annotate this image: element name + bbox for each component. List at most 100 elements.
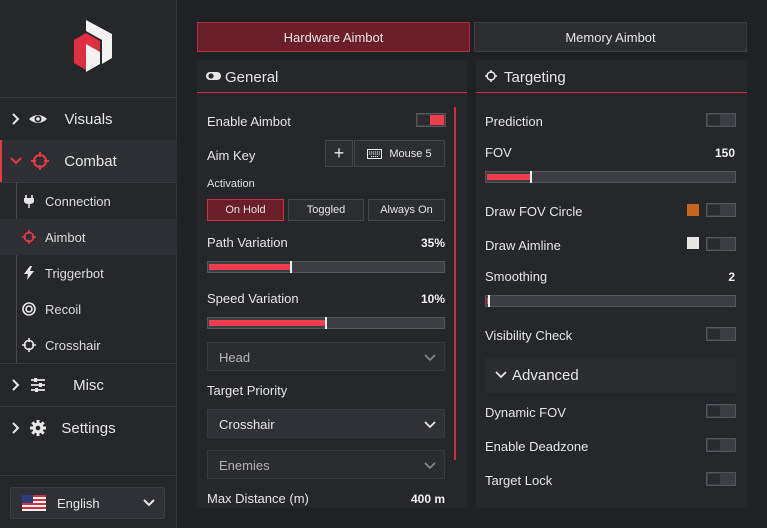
sidebar-subitem-connection[interactable]: Connection — [0, 183, 177, 219]
path-variation-value: 35% — [420, 236, 445, 250]
target-priority-select[interactable]: Crosshair — [207, 409, 445, 438]
general-panel-header: General — [197, 60, 467, 93]
add-key-button[interactable]: + — [325, 140, 353, 167]
chevron-down-icon — [424, 421, 436, 429]
target-lock-label: Target Lock — [485, 473, 553, 488]
sidebar-subitem-aimbot[interactable]: Aimbot — [0, 219, 177, 255]
enable-deadzone-label: Enable Deadzone — [485, 439, 589, 454]
plug-icon — [24, 195, 34, 208]
path-variation-slider[interactable] — [207, 261, 445, 273]
sidebar-subitem-recoil[interactable]: Recoil — [0, 291, 177, 327]
target-filter-value: Enemies — [219, 458, 270, 473]
smoothing-value: 2 — [728, 270, 735, 284]
bone-select[interactable]: Head — [207, 342, 445, 371]
path-variation-label: Path Variation — [207, 235, 288, 250]
enable-aimbot-toggle[interactable] — [416, 113, 446, 127]
visibility-check-toggle[interactable] — [706, 327, 736, 341]
chevron-down-icon — [424, 462, 436, 470]
sidebar-item-label: Combat — [64, 152, 117, 170]
fov-value: 150 — [714, 146, 735, 160]
sidebar-subitem-crosshair[interactable]: Crosshair — [0, 327, 177, 363]
aimline-color-swatch[interactable] — [687, 237, 699, 249]
dynamic-fov-toggle[interactable] — [706, 404, 736, 418]
toggle-icon — [206, 72, 221, 80]
enable-deadzone-toggle[interactable] — [706, 438, 736, 452]
prediction-toggle[interactable] — [706, 113, 736, 127]
aim-key-label: Aim Key — [207, 148, 256, 163]
prediction-label: Prediction — [485, 114, 543, 129]
chevron-down-icon — [424, 354, 436, 362]
sidebar-subitem-label: Recoil — [45, 301, 82, 317]
sidebar: Visuals Combat Connection Aimbot Trigger… — [0, 0, 177, 528]
draw-fov-circle-toggle[interactable] — [706, 203, 736, 217]
visibility-check-label: Visibility Check — [485, 328, 573, 343]
sidebar-item-label: Settings — [61, 419, 116, 437]
bolt-icon — [24, 266, 34, 280]
sidebar-item-settings[interactable]: Settings — [0, 407, 177, 449]
aim-key-value: Mouse 5 — [389, 147, 432, 160]
activation-always-on-button[interactable]: Always On — [368, 199, 445, 221]
fov-slider[interactable] — [485, 171, 736, 183]
dynamic-fov-label: Dynamic FOV — [485, 405, 566, 420]
slider-knob[interactable] — [290, 261, 292, 273]
sidebar-item-label: Visuals — [64, 110, 113, 128]
tab-hardware-aimbot[interactable]: Hardware Aimbot — [197, 22, 470, 52]
us-flag-icon — [22, 495, 46, 511]
app-logo — [74, 20, 112, 72]
targeting-panel-header: Targeting — [476, 60, 747, 93]
slider-fill — [487, 174, 531, 180]
sidebar-item-misc[interactable]: Misc — [0, 364, 177, 406]
slider-knob[interactable] — [488, 295, 490, 307]
aim-key-button[interactable]: Mouse 5 — [354, 140, 445, 167]
targeting-panel-title: Targeting — [504, 69, 566, 86]
speed-variation-slider[interactable] — [207, 317, 445, 329]
target-priority-label: Target Priority — [207, 383, 288, 398]
target-lock-toggle[interactable] — [706, 472, 736, 486]
sidebar-subitem-label: Aimbot — [45, 229, 86, 245]
chevron-down-icon — [495, 371, 507, 379]
sidebar-subitem-label: Crosshair — [45, 337, 101, 353]
advanced-section-title: Advanced — [512, 367, 579, 384]
slider-fill — [209, 320, 326, 326]
crosshair-icon — [22, 230, 36, 244]
draw-aimline-toggle[interactable] — [706, 237, 736, 251]
draw-aimline-label: Draw Aimline — [485, 238, 561, 253]
sidebar-item-label: Misc — [73, 376, 104, 394]
scrollbar[interactable] — [454, 107, 456, 460]
fov-label: FOV — [485, 145, 512, 160]
advanced-section-header[interactable]: Advanced — [485, 358, 736, 393]
max-distance-label: Max Distance (m) — [207, 491, 309, 506]
enable-aimbot-label: Enable Aimbot — [207, 114, 291, 129]
sidebar-item-combat[interactable]: Combat — [0, 140, 177, 182]
smoothing-label: Smoothing — [485, 269, 548, 284]
fov-circle-color-swatch[interactable] — [687, 204, 699, 216]
max-distance-value: 400 m — [410, 492, 445, 506]
sidebar-subitem-label: Connection — [45, 193, 111, 209]
activation-on-hold-button[interactable]: On Hold — [207, 199, 284, 221]
slider-knob[interactable] — [325, 317, 327, 329]
smoothing-slider[interactable] — [485, 295, 736, 307]
language-select[interactable]: English — [10, 487, 165, 519]
sidebar-subitem-label: Triggerbot — [45, 265, 104, 281]
draw-fov-circle-label: Draw FOV Circle — [485, 204, 583, 219]
general-panel: General Enable Aimbot Aim Key + Mouse 5 … — [197, 60, 467, 508]
speed-variation-label: Speed Variation — [207, 291, 299, 306]
speed-variation-value: 10% — [420, 292, 445, 306]
keyboard-icon — [367, 148, 383, 159]
activation-toggled-button[interactable]: Toggled — [288, 199, 364, 221]
activation-label: Activation — [207, 178, 255, 190]
bone-select-value: Head — [219, 350, 251, 365]
sidebar-item-visuals[interactable]: Visuals — [0, 98, 177, 140]
chevron-down-icon — [143, 499, 155, 507]
crosshair-icon — [22, 338, 36, 352]
target-filter-select[interactable]: Enemies — [207, 450, 445, 479]
crosshair-icon — [485, 70, 497, 82]
sidebar-divider — [0, 475, 177, 476]
sidebar-subitem-triggerbot[interactable]: Triggerbot — [0, 255, 177, 291]
slider-fill — [209, 264, 291, 270]
language-label: English — [57, 496, 100, 511]
tab-memory-aimbot[interactable]: Memory Aimbot — [474, 22, 747, 52]
targeting-panel: Targeting Prediction FOV 150 Draw FOV Ci… — [476, 60, 747, 508]
target-priority-value: Crosshair — [219, 417, 275, 432]
slider-knob[interactable] — [530, 171, 532, 183]
